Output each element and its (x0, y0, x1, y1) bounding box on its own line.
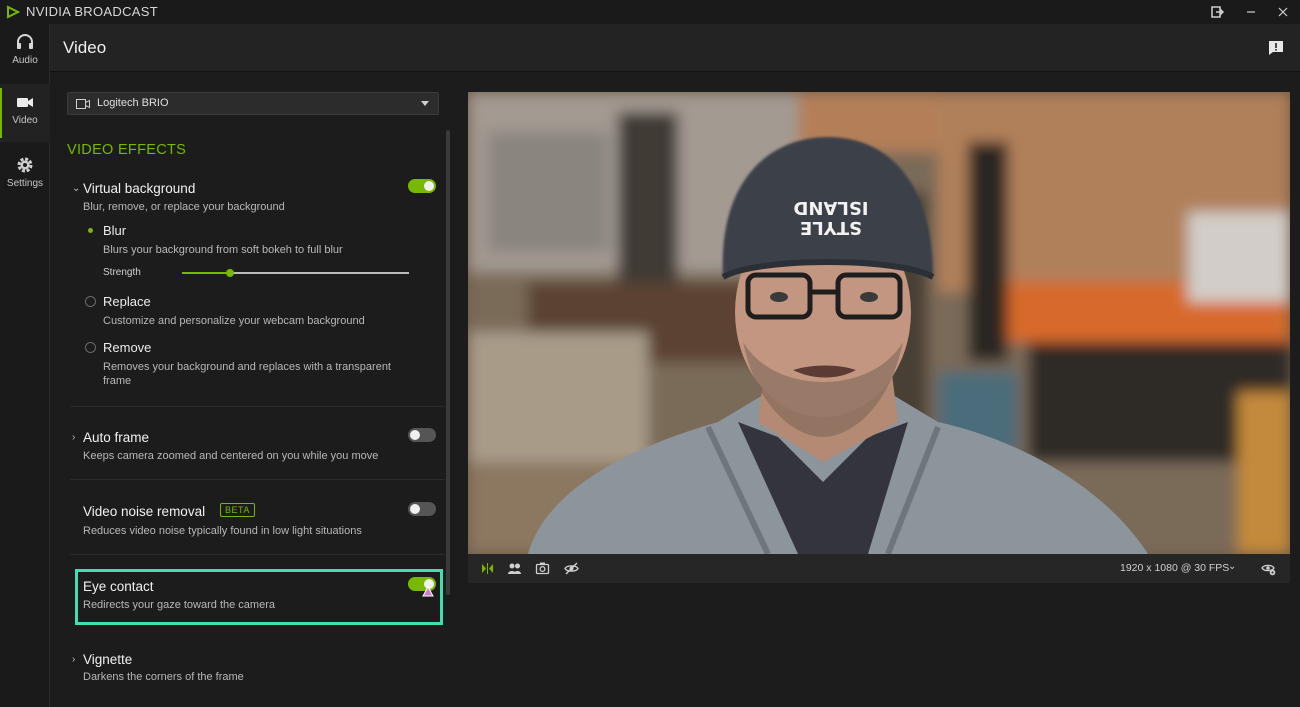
effect-title-vignette: Vignette (83, 652, 133, 667)
nvidia-logo-icon (7, 5, 20, 19)
chevron-down-icon[interactable]: ⌄ (1228, 561, 1236, 572)
effect-title-eye-contact: Eye contact (83, 579, 154, 594)
option-desc-replace: Customize and personalize your webcam ba… (103, 315, 365, 327)
headphones-icon (17, 34, 33, 49)
camera-icon (17, 98, 33, 107)
option-title-replace: Replace (103, 294, 151, 309)
title-bar: NVIDIA BROADCAST (0, 0, 1300, 24)
preview-image: ISLAND STYLE (468, 92, 1290, 554)
scrollbar[interactable] (446, 130, 450, 595)
split-view-icon[interactable] (480, 561, 495, 576)
option-title-remove: Remove (103, 340, 152, 355)
option-desc-remove: Removes your background and replaces wit… (103, 361, 391, 387)
radio-remove[interactable] (85, 342, 96, 353)
people-icon[interactable] (507, 561, 522, 576)
page-header: Video (50, 24, 1300, 72)
close-button[interactable] (1266, 0, 1300, 24)
nav-item-video[interactable]: Video (0, 84, 50, 142)
exit-icon[interactable] (1200, 0, 1234, 24)
nav-label-audio: Audio (12, 55, 38, 66)
expand-chevron-icon[interactable]: › (72, 654, 75, 665)
strength-slider-thumb[interactable] (225, 269, 234, 277)
webcam-icon (76, 99, 90, 109)
effect-desc-noise-removal: Reduces video noise typically found in l… (83, 525, 362, 537)
collapse-chevron-icon[interactable]: ⌄ (72, 183, 80, 194)
strength-slider[interactable] (182, 269, 409, 277)
effect-desc-eye-contact: Redirects your gaze toward the camera (83, 599, 275, 611)
strength-slider-fill (182, 272, 230, 274)
beanie-text-line-2: STYLE (800, 217, 862, 238)
divider (70, 406, 445, 407)
strength-label: Strength (103, 267, 141, 278)
app-title: NVIDIA BROADCAST (26, 4, 158, 19)
option-desc-blur: Blurs your background from soft bokeh to… (103, 244, 343, 256)
radio-blur[interactable] (85, 225, 96, 236)
eye-contact-highlight (75, 569, 443, 625)
feedback-icon[interactable] (1268, 40, 1284, 56)
expand-chevron-icon[interactable]: › (72, 432, 75, 443)
camera-device-label: Logitech BRIO (97, 97, 169, 109)
gear-icon (17, 157, 33, 173)
toggle-auto-frame[interactable] (408, 428, 436, 442)
nav-item-audio[interactable]: Audio (0, 24, 50, 82)
nav-label-settings: Settings (6, 178, 44, 189)
beanie-text-line-1: ISLAND (793, 197, 868, 218)
video-preview: ISLAND STYLE (468, 92, 1290, 554)
effect-title-auto-frame: Auto frame (83, 430, 150, 445)
minimize-button[interactable] (1234, 0, 1268, 24)
beta-badge: BETA (220, 503, 255, 517)
effect-title-noise-removal: Video noise removal (83, 504, 206, 519)
nav-label-video: Video (12, 115, 38, 126)
camera-device-select[interactable]: Logitech BRIO (67, 92, 439, 115)
section-title: VIDEO EFFECTS (67, 142, 187, 158)
toggle-noise-removal[interactable] (408, 502, 436, 516)
divider (70, 554, 445, 555)
preview-toolbar: 1920 x 1080 @ 30 FPS ⌄ (468, 554, 1290, 583)
effect-desc-auto-frame: Keeps camera zoomed and centered on you … (83, 450, 379, 462)
toggle-virtual-background[interactable] (408, 179, 436, 193)
effect-title-virtual-background: Virtual background (83, 181, 196, 196)
radio-replace[interactable] (85, 296, 96, 307)
side-nav: Audio Video Settings (0, 24, 50, 707)
effects-panel: Logitech BRIO VIDEO EFFECTS ⌄ Virtual ba… (50, 72, 455, 707)
resolution-select[interactable]: 1920 x 1080 @ 30 FPS (1120, 562, 1229, 574)
effect-desc-vignette: Darkens the corners of the frame (83, 671, 244, 683)
effect-desc-virtual-background: Blur, remove, or replace your background (83, 201, 285, 213)
option-title-blur: Blur (103, 223, 127, 238)
chevron-down-icon (421, 101, 429, 106)
hide-preview-icon[interactable] (564, 561, 579, 576)
eye-settings-icon[interactable] (1261, 561, 1276, 576)
cursor-icon (422, 586, 434, 597)
page-title: Video (63, 38, 107, 57)
nav-item-settings[interactable]: Settings (0, 147, 50, 205)
divider (70, 479, 445, 480)
snapshot-icon[interactable] (535, 561, 550, 576)
